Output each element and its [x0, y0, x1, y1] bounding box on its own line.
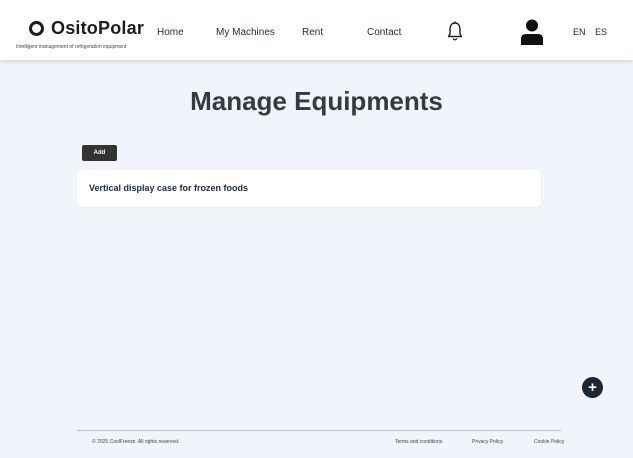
- page-title: Manage Equipments: [190, 86, 443, 116]
- nav-rent[interactable]: Rent: [302, 27, 323, 38]
- footer-cookie-link[interactable]: Cookie Policy: [534, 439, 564, 445]
- nav-contact[interactable]: Contact: [367, 27, 401, 38]
- nav-my-machines[interactable]: My Machines: [216, 27, 275, 38]
- nav-home[interactable]: Home: [157, 27, 184, 38]
- lang-en[interactable]: EN: [573, 27, 586, 37]
- brand-logo[interactable]: OsitoPolar: [29, 18, 144, 39]
- equipment-card[interactable]: Vertical display case for frozen foods: [77, 170, 541, 207]
- brand-name: OsitoPolar: [51, 18, 145, 38]
- notification-bell-icon[interactable]: [447, 21, 463, 43]
- top-header: OsitoPolar Intelligent management of ref…: [0, 0, 633, 60]
- logo-ring-icon: [29, 21, 44, 36]
- user-profile-icon[interactable]: [521, 19, 543, 45]
- add-fab-button[interactable]: +: [582, 377, 603, 398]
- brand-tagline: Intelligent management of refrigeration …: [16, 44, 127, 50]
- footer-copyright: © 2025 CoolFreeze. All rights reserved.: [92, 439, 180, 445]
- lang-es[interactable]: ES: [595, 27, 607, 37]
- footer-privacy-link[interactable]: Privacy Policy: [472, 439, 503, 445]
- footer-divider: [77, 430, 561, 431]
- add-button[interactable]: Add: [82, 145, 117, 161]
- footer-terms-link[interactable]: Terms and conditions: [395, 439, 442, 445]
- equipment-name: Vertical display case for frozen foods: [89, 183, 249, 193]
